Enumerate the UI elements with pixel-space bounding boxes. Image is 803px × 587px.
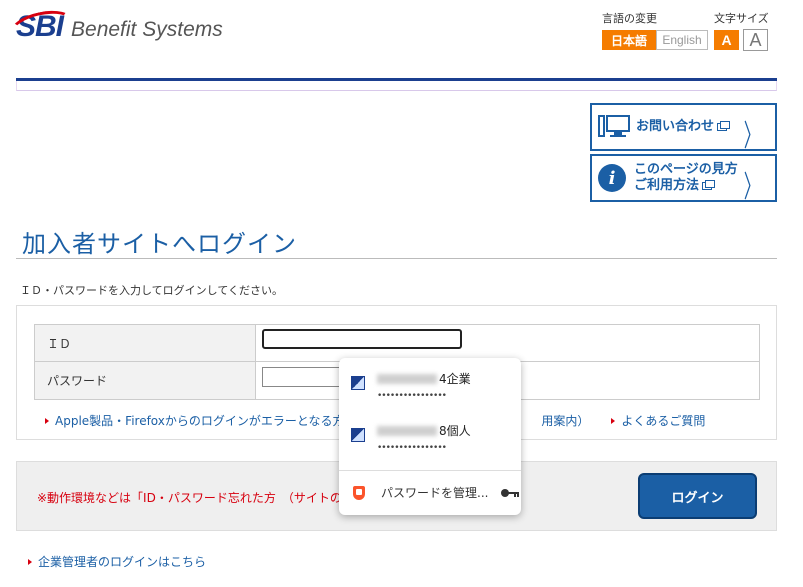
font-size-label: 文字サイズ xyxy=(714,12,769,25)
japanese-button[interactable]: 日本語 xyxy=(602,30,656,50)
apple-firefox-link[interactable]: Apple製品・Firefoxからのログインがエラーとなる方 xyxy=(45,412,345,429)
link-text: よくあるご質問 xyxy=(621,414,706,428)
logo-text: Benefit Systems xyxy=(71,18,223,41)
page-title: 加入者サイトへログイン xyxy=(22,230,297,258)
header-band xyxy=(16,81,777,91)
site-favicon-icon xyxy=(351,376,365,390)
chevron-right-icon: 〉 xyxy=(743,170,761,205)
username-suffix: 8個人 xyxy=(439,424,471,438)
blurred-username xyxy=(377,373,437,384)
password-mask: •••••••••••••••• xyxy=(377,443,447,453)
corp-link-text: 企業管理者のログインはこちら xyxy=(38,555,207,569)
password-autofill-popup: 4企業 •••••••••••••••• 8個人 •••••••••••••••… xyxy=(339,358,521,515)
instruction-text: ＩＤ・パスワードを入力してログインしてください。 xyxy=(20,284,284,297)
contact-label: お問い合わせ xyxy=(636,119,715,134)
username-suffix: 4企業 xyxy=(439,372,471,386)
language-switcher: 言語の変更 日本語 English xyxy=(602,10,708,50)
new-window-icon xyxy=(702,179,716,190)
language-label: 言語の変更 xyxy=(602,12,657,25)
manage-passwords-item[interactable]: パスワードを管理... xyxy=(353,484,520,501)
font-size-switcher: 文字サイズ A A xyxy=(714,10,769,51)
password-input[interactable] xyxy=(262,366,344,387)
new-window-icon xyxy=(717,121,731,131)
password-label: パスワード xyxy=(35,362,256,399)
howto-label: このページの見方 ご利用方法 xyxy=(634,162,738,194)
info-icon: i xyxy=(598,164,626,192)
triangle-bullet-icon xyxy=(611,417,616,424)
contact-button[interactable]: お問い合わせ 〉 xyxy=(590,103,777,154)
autofill-divider xyxy=(339,470,521,471)
id-label: ＩＤ xyxy=(35,325,256,361)
notice-text: ※動作環境などは「ID・パスワード忘れた方 （サイトのご利用 xyxy=(37,491,378,505)
faq-link[interactable]: よくあるご質問 xyxy=(611,412,705,429)
password-mask: •••••••••••••••• xyxy=(377,391,447,401)
howto-line1: このページの見方 xyxy=(634,162,738,177)
blurred-username xyxy=(377,425,437,436)
autofill-item[interactable]: 8個人 •••••••••••••••• xyxy=(351,422,471,453)
triangle-bullet-icon xyxy=(45,417,49,424)
link-text: 用案内） xyxy=(541,414,590,428)
site-favicon-icon xyxy=(351,428,365,442)
link-text: Apple製品・Firefoxからのログインがエラーとなる方 xyxy=(55,414,345,428)
brave-shield-icon xyxy=(353,485,365,500)
autofill-item[interactable]: 4企業 •••••••••••••••• xyxy=(351,370,471,401)
logo-mark: SBI xyxy=(7,5,77,49)
monitor-icon xyxy=(598,115,630,137)
font-small-button[interactable]: A xyxy=(714,30,739,50)
usage-guide-link[interactable]: 用案内） xyxy=(541,412,589,429)
id-input[interactable] xyxy=(262,329,462,349)
corporate-admin-link[interactable]: 企業管理者のログインはこちら xyxy=(28,553,206,570)
title-divider xyxy=(16,258,777,259)
key-icon xyxy=(501,488,520,497)
manage-passwords-label: パスワードを管理... xyxy=(381,486,489,500)
triangle-bullet-icon xyxy=(28,558,32,565)
login-button[interactable]: ログイン xyxy=(638,473,757,519)
english-button[interactable]: English xyxy=(656,30,708,50)
font-large-button[interactable]: A xyxy=(743,29,768,51)
chevron-right-icon: 〉 xyxy=(743,119,761,154)
sbi-logo[interactable]: SBI Benefit Systems xyxy=(7,5,223,49)
howto-button[interactable]: i このページの見方 ご利用方法 〉 xyxy=(590,154,777,205)
id-row: ＩＤ xyxy=(35,325,759,362)
howto-line2: ご利用方法 xyxy=(634,178,700,193)
